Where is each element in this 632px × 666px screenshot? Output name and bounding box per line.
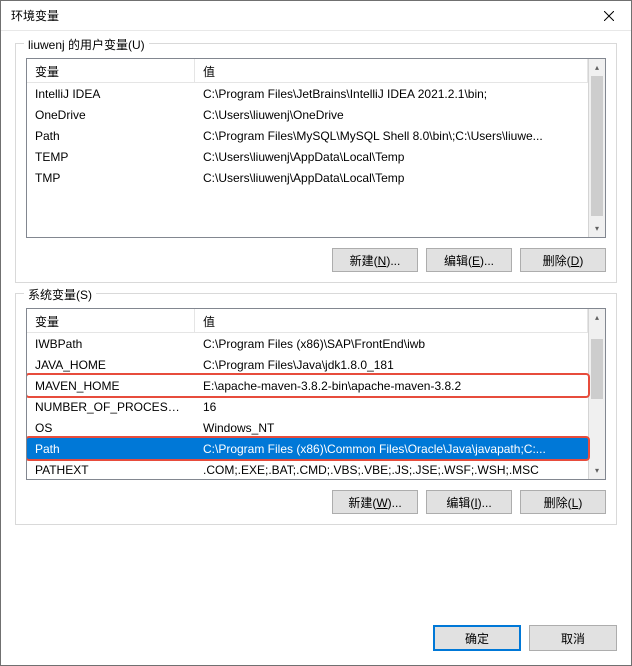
user-vars-table[interactable]: 变量 值 IntelliJ IDEAC:\Program Files\JetBr… [26,58,606,238]
scroll-up-icon[interactable]: ▴ [589,59,605,76]
cell-var: TEMP [27,148,195,166]
table-row[interactable]: OneDriveC:\Users\liuwenj\OneDrive [27,104,588,125]
cell-val: C:\Users\liuwenj\OneDrive [195,106,588,124]
cell-val: 16 [195,398,588,416]
dialog-footer: 确定 取消 [1,613,631,665]
cell-var: JAVA_HOME [27,356,195,374]
user-vars-label: liuwenj 的用户变量(U) [24,36,149,53]
cell-var: OneDrive [27,106,195,124]
table-row[interactable]: OSWindows_NT [27,417,588,438]
col-variable[interactable]: 变量 [27,309,195,332]
table-row[interactable]: IWBPathC:\Program Files (x86)\SAP\FrontE… [27,333,588,354]
cell-var: PATHEXT [27,461,195,479]
table-row[interactable]: PathC:\Program Files (x86)\Common Files\… [27,438,588,459]
cancel-button[interactable]: 取消 [529,625,617,651]
user-new-button[interactable]: 新建(N)... [332,248,418,272]
user-vars-buttons: 新建(N)... 编辑(E)... 删除(D) [26,248,606,272]
cell-val: .COM;.EXE;.BAT;.CMD;.VBS;.VBE;.JS;.JSE;.… [195,461,588,479]
table-header: 变量 值 [27,59,588,83]
scroll-thumb[interactable] [591,76,603,216]
dialog-content: liuwenj 的用户变量(U) 变量 值 IntelliJ IDEAC:\Pr… [1,31,631,613]
cell-val: C:\Program Files\Java\jdk1.8.0_181 [195,356,588,374]
cell-val: C:\Program Files (x86)\Common Files\Orac… [195,440,588,458]
cell-var: Path [27,440,195,458]
cell-val: C:\Program Files\JetBrains\IntelliJ IDEA… [195,85,588,103]
cell-val: C:\Users\liuwenj\AppData\Local\Temp [195,148,588,166]
cell-val: C:\Program Files (x86)\SAP\FrontEnd\iwb [195,335,588,353]
table-row[interactable]: JAVA_HOMEC:\Program Files\Java\jdk1.8.0_… [27,354,588,375]
cell-var: MAVEN_HOME [27,377,195,395]
col-value[interactable]: 值 [195,309,588,332]
sys-edit-button[interactable]: 编辑(I)... [426,490,512,514]
cell-var: NUMBER_OF_PROCESSORS [27,398,195,416]
cell-val: Windows_NT [195,419,588,437]
sys-vars-label: 系统变量(S) [24,286,96,303]
table-row[interactable]: PathC:\Program Files\MySQL\MySQL Shell 8… [27,125,588,146]
scroll-down-icon[interactable]: ▾ [589,462,605,479]
col-value[interactable]: 值 [195,59,588,82]
table-row[interactable]: TMPC:\Users\liuwenj\AppData\Local\Temp [27,167,588,188]
sys-new-button[interactable]: 新建(W)... [332,490,418,514]
cell-val: C:\Program Files\MySQL\MySQL Shell 8.0\b… [195,127,588,145]
scroll-up-icon[interactable]: ▴ [589,309,605,326]
user-vars-group: liuwenj 的用户变量(U) 变量 值 IntelliJ IDEAC:\Pr… [15,43,617,283]
cell-var: TMP [27,169,195,187]
sys-vars-group: 系统变量(S) 变量 值 IWBPathC:\Program Files (x8… [15,293,617,525]
env-vars-dialog: 环境变量 liuwenj 的用户变量(U) 变量 值 IntelliJ IDEA… [0,0,632,666]
cell-var: IWBPath [27,335,195,353]
table-header: 变量 值 [27,309,588,333]
table-row[interactable]: PATHEXT.COM;.EXE;.BAT;.CMD;.VBS;.VBE;.JS… [27,459,588,480]
scroll-thumb[interactable] [591,339,603,399]
cell-var: IntelliJ IDEA [27,85,195,103]
close-button[interactable] [586,1,631,31]
cell-val: C:\Users\liuwenj\AppData\Local\Temp [195,169,588,187]
user-vars-body: IntelliJ IDEAC:\Program Files\JetBrains\… [27,83,588,188]
cell-var: Path [27,127,195,145]
ok-button[interactable]: 确定 [433,625,521,651]
close-icon [604,11,614,21]
titlebar: 环境变量 [1,1,631,31]
sys-vars-body: IWBPathC:\Program Files (x86)\SAP\FrontE… [27,333,588,480]
sys-vars-buttons: 新建(W)... 编辑(I)... 删除(L) [26,490,606,514]
window-title: 环境变量 [11,7,59,24]
table-row[interactable]: TEMPC:\Users\liuwenj\AppData\Local\Temp [27,146,588,167]
user-delete-button[interactable]: 删除(D) [520,248,606,272]
table-row[interactable]: MAVEN_HOMEE:\apache-maven-3.8.2-bin\apac… [27,375,588,396]
cell-var: OS [27,419,195,437]
scroll-down-icon[interactable]: ▾ [589,220,605,237]
scrollbar[interactable]: ▴ ▾ [588,59,605,237]
table-row[interactable]: IntelliJ IDEAC:\Program Files\JetBrains\… [27,83,588,104]
col-variable[interactable]: 变量 [27,59,195,82]
table-row[interactable]: NUMBER_OF_PROCESSORS16 [27,396,588,417]
sys-delete-button[interactable]: 删除(L) [520,490,606,514]
sys-vars-table[interactable]: 变量 值 IWBPathC:\Program Files (x86)\SAP\F… [26,308,606,480]
cell-val: E:\apache-maven-3.8.2-bin\apache-maven-3… [195,377,588,395]
scrollbar[interactable]: ▴ ▾ [588,309,605,479]
user-edit-button[interactable]: 编辑(E)... [426,248,512,272]
